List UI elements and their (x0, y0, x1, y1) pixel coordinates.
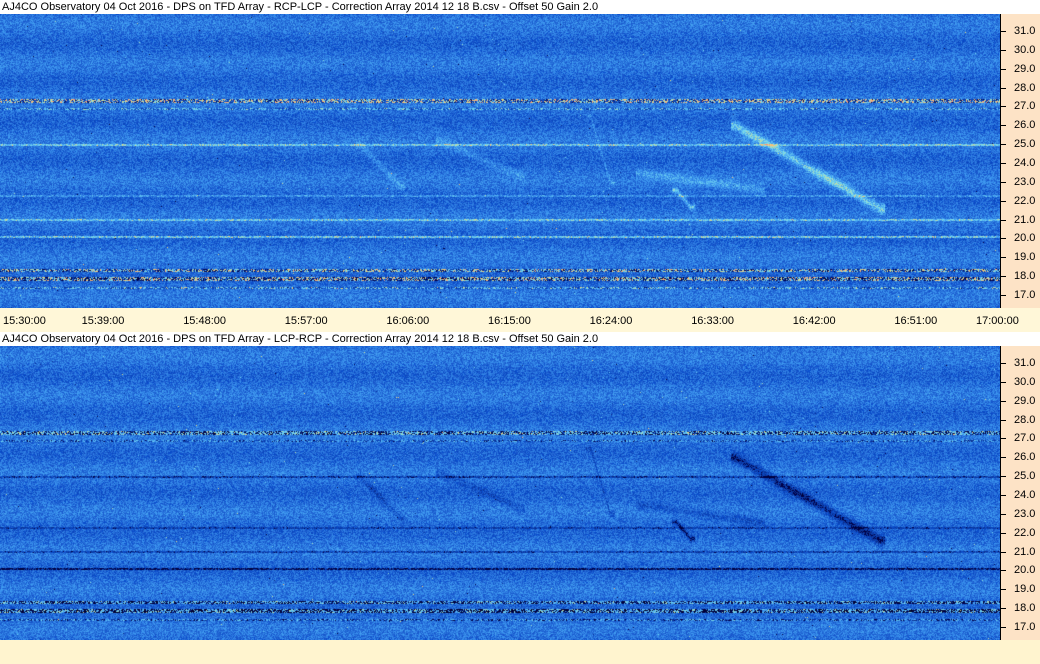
frequency-tick (1001, 257, 1006, 258)
frequency-tick-label: 20.0 (1014, 564, 1036, 576)
frequency-tick-label: 31.0 (1014, 357, 1036, 369)
frequency-tick (1001, 125, 1006, 126)
frequency-tick-label: 22.0 (1014, 195, 1036, 207)
frequency-tick-label: 28.0 (1014, 414, 1036, 426)
frequency-tick-label: 18.0 (1014, 602, 1036, 614)
frequency-tick-label: 30.0 (1014, 44, 1036, 56)
frequency-tick (1001, 88, 1006, 89)
frequency-tick-label: 29.0 (1014, 395, 1036, 407)
frequency-tick (1001, 589, 1006, 590)
frequency-tick (1001, 363, 1006, 364)
time-tick-label: 16:42:00 (792, 315, 836, 327)
frequency-tick-label: 17.0 (1014, 289, 1036, 301)
frequency-tick (1001, 220, 1006, 221)
time-tick-label: 16:15:00 (488, 315, 531, 327)
frequency-tick (1001, 144, 1006, 145)
time-tick-label: 17:00:00 (976, 315, 1019, 327)
spectrogram-panel-rcp-lcp: AJ4CO Observatory 04 Oct 2016 - DPS on T… (0, 0, 1040, 332)
frequency-tick (1001, 31, 1006, 32)
spectrogram-panel-lcp-rcp: AJ4CO Observatory 04 Oct 2016 - DPS on T… (0, 332, 1040, 664)
time-tick-label: 15:39:00 (81, 315, 125, 327)
frequency-tick (1001, 533, 1006, 534)
time-tick-label: 15:30:00 (3, 315, 46, 327)
frequency-tick-label: 23.0 (1014, 176, 1036, 188)
time-tick-label: 15:48:00 (183, 315, 227, 327)
frequency-tick-label: 31.0 (1014, 25, 1036, 37)
frequency-tick (1001, 438, 1006, 439)
time-axis: 15:30:00 15:39:00 15:48:00 15:57:00 16:06:00… (0, 308, 1040, 332)
frequency-tick (1001, 69, 1006, 70)
frequency-tick-label: 25.0 (1014, 138, 1036, 150)
frequency-tick-label: 17.0 (1014, 621, 1036, 633)
frequency-tick (1001, 495, 1006, 496)
frequency-tick (1001, 514, 1006, 515)
time-tick-label: 16:33:00 (691, 315, 735, 327)
frequency-tick-label: 30.0 (1014, 376, 1036, 388)
frequency-tick (1001, 457, 1006, 458)
frequency-tick-label: 27.0 (1014, 432, 1036, 444)
frequency-tick (1001, 295, 1006, 296)
time-tick-label: 15:57:00 (284, 315, 328, 327)
frequency-tick-label: 18.0 (1014, 270, 1036, 282)
frequency-tick-label: 27.0 (1014, 100, 1036, 112)
frequency-tick (1001, 182, 1006, 183)
frequency-tick-label: 19.0 (1014, 583, 1036, 595)
frequency-tick (1001, 420, 1006, 421)
frequency-tick-label: 19.0 (1014, 251, 1036, 263)
frequency-axis: 31.0 30.0 29.0 28.0 27.0 26.0 25.0 24.0 23.0 22.0… (1000, 346, 1040, 640)
spectrogram-image[interactable] (0, 346, 1000, 640)
frequency-tick (1001, 401, 1006, 402)
spectrogram-image[interactable] (0, 14, 1000, 308)
frequency-tick (1001, 276, 1006, 277)
frequency-tick-label: 29.0 (1014, 63, 1036, 75)
frequency-tick-label: 23.0 (1014, 508, 1036, 520)
time-tick-label: 16:51:00 (894, 315, 938, 327)
frequency-axis: 31.0 30.0 29.0 28.0 27.0 26.0 25.0 24.0 23.0 22.0… (1000, 14, 1040, 308)
panel-title: AJ4CO Observatory 04 Oct 2016 - DPS on T… (0, 0, 1040, 14)
time-axis (0, 640, 1040, 664)
frequency-tick-label: 26.0 (1014, 119, 1036, 131)
frequency-tick-label: 22.0 (1014, 527, 1036, 539)
frequency-tick (1001, 552, 1006, 553)
frequency-tick-label: 21.0 (1014, 214, 1036, 226)
frequency-tick-label: 21.0 (1014, 546, 1036, 558)
panel-title: AJ4CO Observatory 04 Oct 2016 - DPS on T… (0, 332, 1040, 346)
frequency-tick-label: 28.0 (1014, 82, 1036, 94)
frequency-tick-label: 25.0 (1014, 470, 1036, 482)
frequency-tick (1001, 106, 1006, 107)
frequency-tick-label: 20.0 (1014, 232, 1036, 244)
frequency-tick (1001, 570, 1006, 571)
frequency-tick-label: 24.0 (1014, 157, 1036, 169)
frequency-tick (1001, 201, 1006, 202)
frequency-tick-label: 24.0 (1014, 489, 1036, 501)
frequency-tick (1001, 627, 1006, 628)
frequency-tick (1001, 608, 1006, 609)
frequency-tick (1001, 382, 1006, 383)
frequency-tick (1001, 238, 1006, 239)
frequency-tick (1001, 50, 1006, 51)
frequency-tick (1001, 476, 1006, 477)
time-tick-label: 16:24:00 (589, 315, 633, 327)
frequency-tick-label: 26.0 (1014, 451, 1036, 463)
frequency-tick (1001, 163, 1006, 164)
time-tick-label: 16:06:00 (386, 315, 430, 327)
